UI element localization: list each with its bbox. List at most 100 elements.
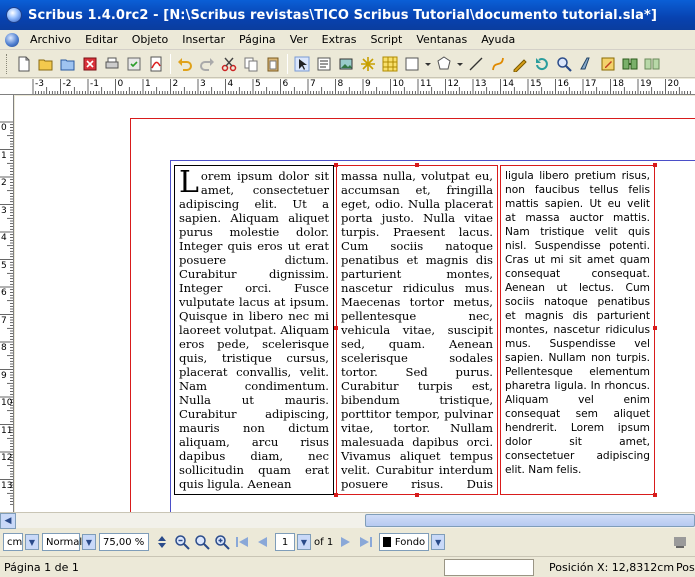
- ruler-label: 20: [667, 79, 679, 89]
- mode-select[interactable]: Normal: [42, 533, 82, 551]
- menu-ventanas[interactable]: Ventanas: [409, 31, 474, 49]
- undo-icon[interactable]: [175, 54, 195, 74]
- page-of-label: of 1: [314, 536, 334, 548]
- menu-extras[interactable]: Extras: [315, 31, 364, 49]
- preview-mode-icon[interactable]: [671, 533, 689, 551]
- print-icon[interactable]: [102, 54, 122, 74]
- unit-select[interactable]: cm: [3, 533, 23, 551]
- new-document-icon[interactable]: [14, 54, 34, 74]
- redo-icon[interactable]: [197, 54, 217, 74]
- page-dropdown-icon[interactable]: ▼: [297, 534, 311, 550]
- selection-handle[interactable]: [334, 326, 338, 330]
- paste-icon[interactable]: [263, 54, 283, 74]
- ruler-label: 14: [502, 79, 514, 89]
- ruler-label: 7: [1, 315, 7, 326]
- edit-text-icon[interactable]: [598, 54, 618, 74]
- select-tool-icon[interactable]: [292, 54, 312, 74]
- bezier-icon[interactable]: [488, 54, 508, 74]
- text-frame-icon[interactable]: [314, 54, 334, 74]
- ruler-label: 11: [420, 79, 432, 89]
- text-frame-column-1[interactable]: Lorem ipsum dolor sit amet, consectetuer…: [174, 165, 334, 495]
- render-frame-icon[interactable]: [358, 54, 378, 74]
- rotate-icon[interactable]: [532, 54, 552, 74]
- previous-page-icon[interactable]: [253, 533, 271, 551]
- position-y: Pos: [676, 560, 695, 574]
- ruler-label: -3: [35, 79, 44, 89]
- first-page-icon[interactable]: [233, 533, 251, 551]
- open-recent-icon[interactable]: [58, 54, 78, 74]
- cut-icon[interactable]: [219, 54, 239, 74]
- ruler-label: 6: [1, 288, 7, 298]
- selection-handle[interactable]: [334, 493, 338, 497]
- close-document-icon[interactable]: [80, 54, 100, 74]
- zoom-out-icon[interactable]: [173, 533, 191, 551]
- ruler-label: -1: [90, 79, 99, 89]
- ruler-label: 17: [585, 79, 597, 89]
- selection-handle[interactable]: [653, 163, 657, 167]
- scroll-left-icon[interactable]: ◀: [0, 513, 16, 529]
- unit-dropdown-icon[interactable]: ▼: [25, 534, 39, 550]
- ruler-label: 8: [1, 343, 7, 353]
- vertical-ruler[interactable]: 0 1 2 3 4 5 6 7 8 9 10 11 12 13: [0, 95, 14, 512]
- shape-dropdown-icon[interactable]: [424, 54, 432, 74]
- edit-contents-icon[interactable]: [576, 54, 596, 74]
- ruler-label: 19: [640, 79, 652, 89]
- zoom-100-icon[interactable]: [193, 533, 211, 551]
- polygon-icon[interactable]: [434, 54, 454, 74]
- horizontal-ruler[interactable]: -3 -2 -1 0 1 2 3 4 5 6 7 8 9 10 11 12 13 14 15 16 17 18 19 20: [0, 79, 695, 95]
- preflight-icon[interactable]: [124, 54, 144, 74]
- selection-handle[interactable]: [415, 163, 419, 167]
- menu-insertar[interactable]: Insertar: [175, 31, 232, 49]
- menu-pagina[interactable]: Página: [232, 31, 283, 49]
- main-toolbar: [0, 50, 695, 78]
- document-icon[interactable]: [5, 32, 19, 47]
- table-icon[interactable]: [380, 54, 400, 74]
- zoom-field[interactable]: 75,00 %: [99, 533, 149, 551]
- menu-objeto[interactable]: Objeto: [125, 31, 176, 49]
- menu-script[interactable]: Script: [363, 31, 409, 49]
- text-frame-column-2[interactable]: massa nulla, volutpat eu, accumsan et, f…: [336, 165, 498, 495]
- unlink-frames-icon[interactable]: [642, 54, 662, 74]
- ruler-label: 1: [145, 79, 151, 89]
- copy-icon[interactable]: [241, 54, 261, 74]
- document-canvas[interactable]: Lorem ipsum dolor sit amet, consectetuer…: [15, 96, 695, 512]
- shape-icon[interactable]: [402, 54, 422, 74]
- next-page-icon[interactable]: [337, 533, 355, 551]
- mode-dropdown-icon[interactable]: ▼: [82, 534, 96, 550]
- page-number-field[interactable]: 1: [275, 533, 295, 551]
- horizontal-scrollbar[interactable]: ◀: [0, 512, 695, 529]
- status-field: [444, 559, 534, 576]
- zoom-in-icon[interactable]: [213, 533, 231, 551]
- ruler-label: 10: [1, 398, 13, 408]
- selection-handle[interactable]: [334, 163, 338, 167]
- layer-select[interactable]: Fondo: [379, 533, 430, 551]
- layer-color-swatch: [383, 537, 391, 547]
- zoom-icon[interactable]: [554, 54, 574, 74]
- line-icon[interactable]: [466, 54, 486, 74]
- link-frames-icon[interactable]: [620, 54, 640, 74]
- freehand-icon[interactable]: [510, 54, 530, 74]
- ruler-label: 5: [1, 260, 7, 271]
- view-toolbar: cm ▼ Normal ▼ 75,00 % 1 ▼ of 1 Fondo ▼: [0, 530, 695, 554]
- title-bar: Scribus 1.4.0rc2 - [N:\Scribus revistas\…: [0, 0, 695, 30]
- layer-dropdown-icon[interactable]: ▼: [431, 534, 446, 550]
- image-frame-icon[interactable]: [336, 54, 356, 74]
- menu-ayuda[interactable]: Ayuda: [474, 31, 522, 49]
- polygon-dropdown-icon[interactable]: [456, 54, 464, 74]
- open-folder-icon[interactable]: [36, 54, 56, 74]
- selection-handle[interactable]: [653, 326, 657, 330]
- menu-ver[interactable]: Ver: [283, 31, 315, 49]
- last-page-icon[interactable]: [357, 533, 375, 551]
- text-frame-column-3[interactable]: ligula libero pretium risus, non faucibu…: [500, 165, 655, 495]
- selection-handle[interactable]: [415, 493, 419, 497]
- zoom-spin-icon[interactable]: [153, 533, 171, 551]
- ruler-label: 3: [1, 205, 7, 216]
- selection-handle[interactable]: [653, 493, 657, 497]
- toolbar-grip[interactable]: [6, 53, 9, 74]
- ruler-label: 13: [1, 480, 13, 491]
- ruler-label: 10: [392, 79, 404, 89]
- menu-editar[interactable]: Editar: [78, 31, 125, 49]
- scrollbar-thumb[interactable]: [365, 514, 695, 527]
- export-pdf-icon[interactable]: [146, 54, 166, 74]
- menu-archivo[interactable]: Archivo: [23, 31, 78, 49]
